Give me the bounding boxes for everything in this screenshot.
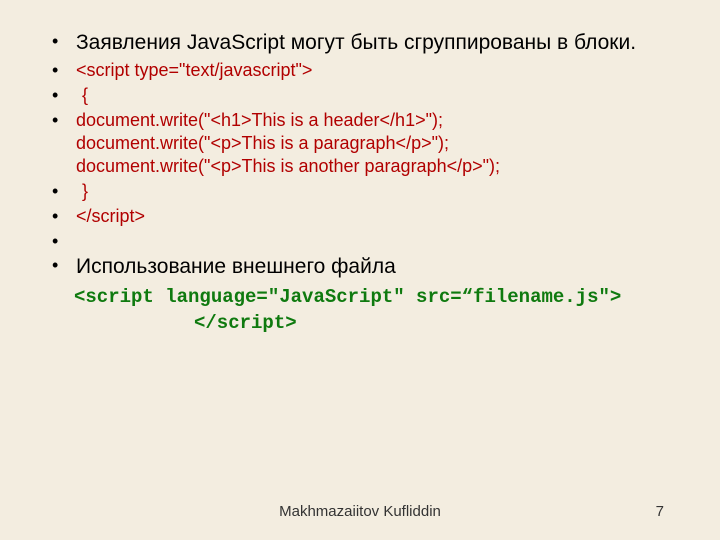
code-line: </script> [74, 311, 680, 337]
bullet-script-open: <script type="text/javascript"> [40, 59, 680, 82]
bullet-external-file: Использование внешнего файла [40, 254, 680, 281]
bullet-statement-grouping: Заявления JavaScript могут быть сгруппир… [40, 30, 680, 57]
code-line: document.write("<p>This is a paragraph</… [76, 132, 680, 155]
code-text: } [76, 181, 88, 201]
spacer [40, 230, 680, 252]
code-line: document.write("<p>This is another parag… [76, 155, 680, 178]
bullet-list: Заявления JavaScript могут быть сгруппир… [40, 30, 680, 281]
external-script-code: <script language="JavaScript" src=“filen… [74, 285, 680, 336]
code-text: </script> [76, 206, 145, 226]
bullet-text: Заявления JavaScript могут быть сгруппир… [76, 31, 636, 54]
slide: Заявления JavaScript могут быть сгруппир… [0, 0, 720, 540]
code-text: <script type="text/javascript"> [76, 60, 312, 80]
bullet-script-close: </script> [40, 205, 680, 228]
bullet-brace-open: { [40, 84, 680, 107]
code-line: document.write("<h1>This is a header</h1… [76, 109, 680, 132]
bullet-brace-close: } [40, 180, 680, 203]
code-line: <script language="JavaScript" src=“filen… [74, 285, 680, 311]
footer-author: Makhmazaiitov Kufliddin [0, 503, 720, 520]
page-number: 7 [656, 503, 664, 520]
code-text: { [76, 85, 88, 105]
bullet-document-write-block: document.write("<h1>This is a header</h1… [40, 109, 680, 178]
bullet-text: Использование внешнего файла [76, 255, 396, 278]
